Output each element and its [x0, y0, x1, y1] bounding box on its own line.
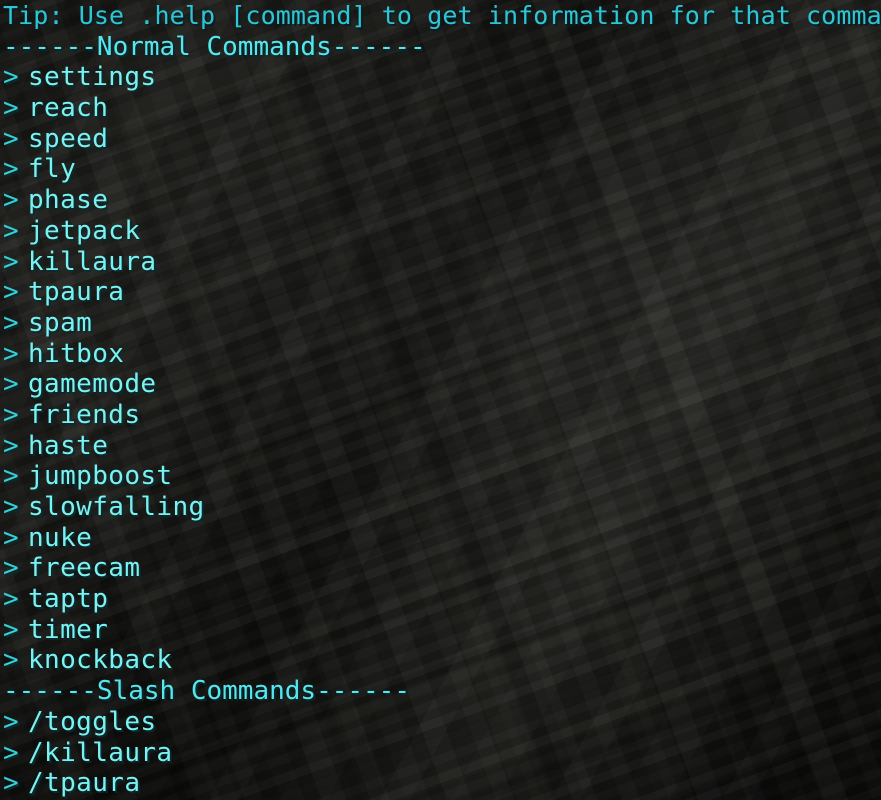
- chevron-right-icon: >: [3, 338, 20, 369]
- command-list-item[interactable]: > gamemode: [0, 369, 881, 400]
- command-list-item[interactable]: > fly: [0, 154, 881, 185]
- command-label: spam: [28, 307, 93, 338]
- command-label: freecam: [28, 553, 141, 584]
- command-list-item[interactable]: > jetpack: [0, 216, 881, 247]
- section-divider: ------Normal Commands------: [3, 31, 426, 62]
- chevron-right-icon: >: [3, 277, 20, 308]
- command-label: /tpaura: [28, 768, 141, 799]
- command-label: settings: [28, 62, 157, 93]
- chevron-right-icon: >: [3, 461, 20, 492]
- command-label: taptp: [28, 584, 109, 615]
- command-list-item[interactable]: > settings: [0, 62, 881, 93]
- command-label: gamemode: [28, 369, 157, 400]
- chevron-right-icon: >: [3, 737, 20, 768]
- command-label: reach: [28, 93, 109, 124]
- command-list-item[interactable]: > spam: [0, 308, 881, 339]
- chevron-right-icon: >: [3, 399, 20, 430]
- game-screen: Tip: Use .help [command] to get informat…: [0, 0, 881, 800]
- command-list-item[interactable]: > /tpaura: [0, 768, 881, 799]
- chevron-right-icon: >: [3, 246, 20, 277]
- chevron-right-icon: >: [3, 154, 20, 185]
- command-list-item[interactable]: > hitbox: [0, 339, 881, 370]
- command-list-item[interactable]: > tpaura: [0, 277, 881, 308]
- command-label: timer: [28, 614, 109, 645]
- chevron-right-icon: >: [3, 522, 20, 553]
- chevron-right-icon: >: [3, 584, 20, 615]
- command-list-item[interactable]: > nuke: [0, 523, 881, 554]
- command-list-item[interactable]: > speed: [0, 124, 881, 155]
- chevron-right-icon: >: [3, 215, 20, 246]
- command-label: jetpack: [28, 215, 141, 246]
- command-list-item[interactable]: > /toggles: [0, 707, 881, 738]
- command-list-item[interactable]: > freecam: [0, 553, 881, 584]
- chevron-right-icon: >: [3, 614, 20, 645]
- chevron-right-icon: >: [3, 62, 20, 93]
- command-label: killaura: [28, 246, 157, 277]
- chevron-right-icon: >: [3, 93, 20, 124]
- command-list-item[interactable]: > phase: [0, 185, 881, 216]
- command-list-item[interactable]: > timer: [0, 615, 881, 646]
- chat-tip-line: Tip: Use .help [command] to get informat…: [3, 1, 881, 30]
- command-label: knockback: [28, 645, 173, 676]
- chevron-right-icon: >: [3, 430, 20, 461]
- command-label: fly: [28, 154, 77, 185]
- chevron-right-icon: >: [3, 185, 20, 216]
- command-list-item[interactable]: > jumpboost: [0, 461, 881, 492]
- command-list-item[interactable]: > /killaura: [0, 738, 881, 769]
- command-label: tpaura: [28, 277, 125, 308]
- chevron-right-icon: >: [3, 369, 20, 400]
- command-label: /killaura: [28, 737, 173, 768]
- chevron-right-icon: >: [3, 492, 20, 522]
- chevron-right-icon: >: [3, 307, 20, 338]
- chevron-right-icon: >: [3, 645, 20, 676]
- command-label: nuke: [28, 522, 93, 553]
- command-label: /toggles: [28, 706, 157, 737]
- command-label: jumpboost: [28, 461, 173, 492]
- command-label: slowfalling: [28, 492, 205, 522]
- command-list-item[interactable]: > knockback: [0, 645, 881, 676]
- command-label: haste: [28, 430, 109, 461]
- chat-help-overlay: Tip: Use .help [command] to get informat…: [0, 0, 881, 799]
- command-list-item[interactable]: > reach: [0, 93, 881, 124]
- chevron-right-icon: >: [3, 553, 20, 584]
- chevron-right-icon: >: [3, 123, 20, 154]
- command-list-item[interactable]: > slowfalling: [0, 492, 881, 523]
- command-list-item[interactable]: > taptp: [0, 584, 881, 615]
- command-label: speed: [28, 123, 109, 154]
- command-label: phase: [28, 185, 109, 216]
- section-divider: ------Slash Commands------: [3, 676, 410, 707]
- command-label: hitbox: [28, 338, 125, 369]
- chevron-right-icon: >: [3, 768, 20, 799]
- command-label: friends: [28, 399, 141, 430]
- chevron-right-icon: >: [3, 706, 20, 737]
- command-list-item[interactable]: > haste: [0, 431, 881, 462]
- command-list-item[interactable]: > killaura: [0, 247, 881, 278]
- command-list-item[interactable]: > friends: [0, 400, 881, 431]
